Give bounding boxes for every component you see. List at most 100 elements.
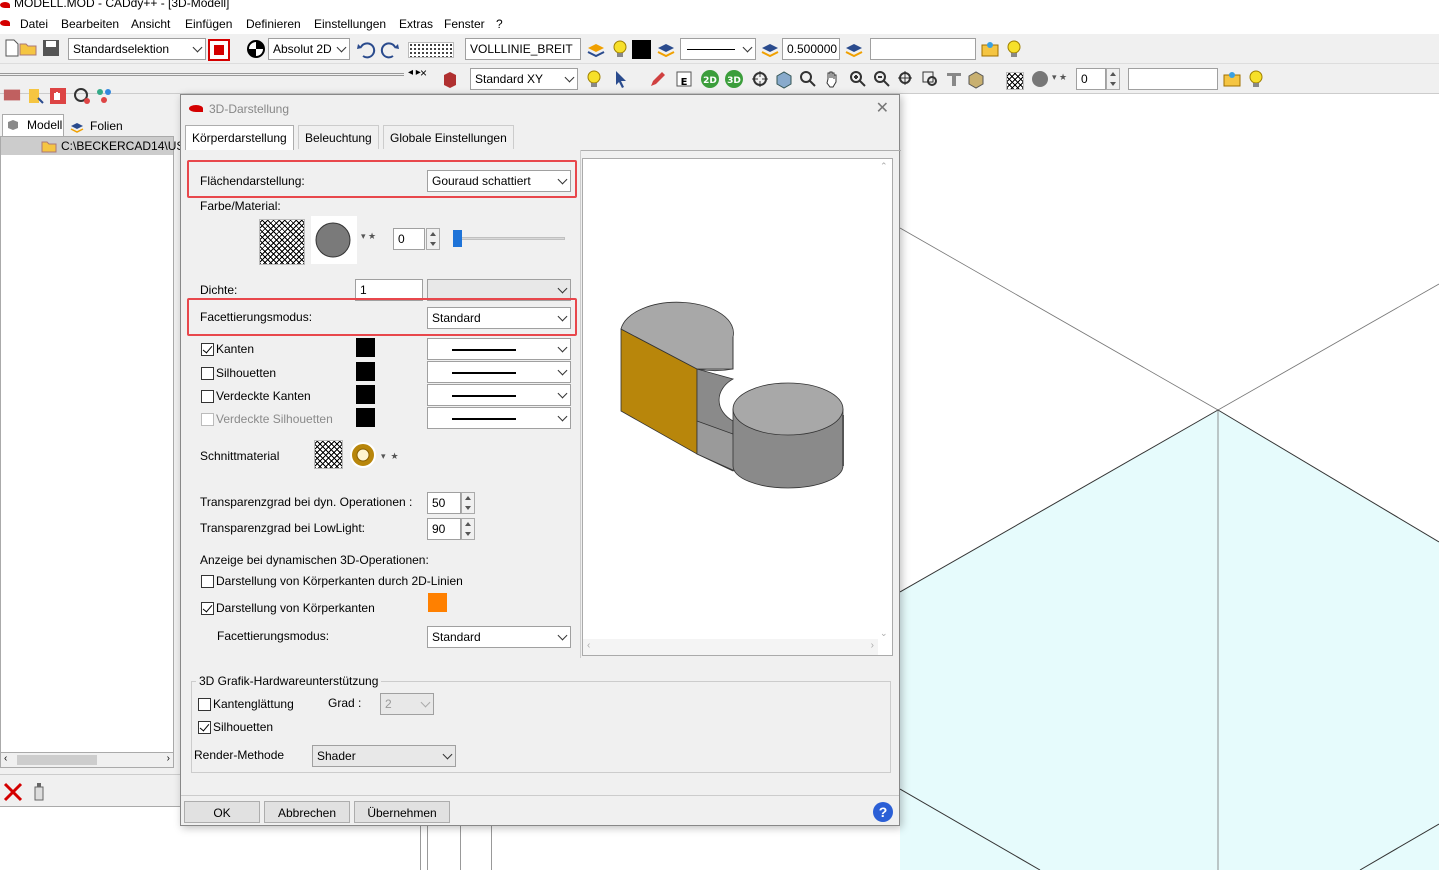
section-icon[interactable] bbox=[944, 69, 964, 89]
pan-hand-icon[interactable] bbox=[822, 69, 842, 89]
farbe-value-field[interactable]: 0 bbox=[393, 228, 425, 250]
verdeckte-silhouetten-checkbox[interactable] bbox=[201, 413, 214, 426]
tab-beleuchtung[interactable]: Beleuchtung bbox=[298, 125, 379, 149]
silhouetten-color[interactable] bbox=[356, 362, 375, 381]
zoom-in-icon[interactable] bbox=[848, 69, 868, 89]
material-sphere-icon[interactable] bbox=[1030, 69, 1050, 89]
material-sphere-box[interactable] bbox=[311, 216, 357, 264]
layer-number-field[interactable]: 0 bbox=[1076, 68, 1106, 90]
preview-scroll-left-icon[interactable]: ‹ bbox=[587, 640, 590, 651]
render-combo[interactable]: Shader bbox=[312, 745, 456, 767]
cube-view-icon[interactable] bbox=[774, 69, 794, 89]
menu-einstellungen[interactable]: Einstellungen bbox=[314, 17, 386, 31]
group-layer-icon[interactable] bbox=[980, 39, 1000, 59]
panel-arrows-icon[interactable]: ◂ ▸ bbox=[408, 67, 421, 78]
menu-definieren[interactable]: Definieren bbox=[246, 17, 301, 31]
tab-globale-einstellungen[interactable]: Globale Einstellungen bbox=[383, 125, 514, 149]
menu-einfuegen[interactable]: Einfügen bbox=[185, 17, 232, 31]
zoom-window-icon[interactable] bbox=[798, 69, 818, 89]
darst-2d-checkbox[interactable] bbox=[201, 575, 214, 588]
toolbar-search-field[interactable] bbox=[870, 38, 976, 60]
preview-scroll-up-icon[interactable]: ⌃ bbox=[880, 161, 888, 172]
pen-edit-icon[interactable] bbox=[648, 69, 668, 89]
close-icon[interactable]: ✕ bbox=[876, 98, 889, 118]
layer-number-spinner[interactable] bbox=[1106, 68, 1120, 90]
farbe-spinner[interactable] bbox=[426, 228, 440, 250]
uebernehmen-button[interactable]: Übernehmen bbox=[354, 801, 450, 823]
delete-cross-icon[interactable] bbox=[2, 781, 24, 803]
hatch-pattern-icon[interactable] bbox=[1006, 72, 1024, 90]
kanten-linetype[interactable] bbox=[427, 338, 571, 360]
menu-extras[interactable]: Extras bbox=[399, 17, 433, 31]
preview-scroll-right-icon[interactable]: › bbox=[871, 640, 874, 651]
darst-kanten-checkbox[interactable] bbox=[201, 602, 214, 615]
zoom-previous-icon[interactable] bbox=[920, 69, 940, 89]
schnitt-sphere-icon[interactable] bbox=[348, 440, 378, 470]
view-search-field[interactable] bbox=[1128, 68, 1218, 90]
bottle-icon[interactable] bbox=[30, 781, 48, 801]
tab-modell[interactable]: Modell bbox=[2, 114, 64, 136]
layer-icon-2[interactable] bbox=[844, 39, 864, 59]
silhouetten-linetype[interactable] bbox=[427, 361, 571, 383]
darst-kanten-color[interactable] bbox=[428, 593, 447, 612]
coord-mode-combo[interactable]: Absolut 2D bbox=[268, 38, 350, 60]
snap-icon[interactable] bbox=[246, 39, 266, 59]
flaechen-combo[interactable]: Gouraud schattiert bbox=[427, 170, 571, 192]
silhouetten-checkbox[interactable] bbox=[201, 367, 214, 380]
linewidth-field[interactable]: 0.500000 bbox=[782, 38, 840, 60]
2d-view-icon[interactable]: 2D bbox=[700, 69, 720, 89]
transp-low-field[interactable]: 90 bbox=[427, 518, 461, 540]
bulb-on-icon[interactable] bbox=[1246, 69, 1266, 89]
shaded-cube-icon[interactable] bbox=[966, 69, 986, 89]
verdeckte-kanten-checkbox[interactable] bbox=[201, 390, 214, 403]
panel-tool-icon-2[interactable] bbox=[26, 86, 46, 106]
lightbulb-icon[interactable] bbox=[610, 39, 630, 59]
linetype-combo[interactable] bbox=[680, 38, 756, 60]
ok-button[interactable]: OK bbox=[184, 801, 260, 823]
material-options-icon[interactable]: ▾ ★ bbox=[361, 231, 376, 242]
hw-silhouetten-checkbox[interactable] bbox=[198, 721, 211, 734]
zoom-all-icon[interactable] bbox=[896, 69, 916, 89]
drawing-canvas[interactable] bbox=[900, 94, 1439, 870]
panel-tool-icon-4[interactable] bbox=[72, 86, 92, 106]
farbe-slider-track[interactable] bbox=[453, 237, 565, 240]
tree-scrollbar[interactable]: ‹ › bbox=[0, 752, 174, 768]
color-pick-button[interactable] bbox=[208, 39, 230, 61]
transp-low-spinner[interactable] bbox=[461, 518, 475, 540]
material-dropdown-icon[interactable]: ▾ ★ bbox=[1052, 72, 1067, 83]
preview-vscroll[interactable]: ⌃ ⌄ bbox=[876, 159, 892, 639]
verdeckte-silhouetten-color[interactable] bbox=[356, 408, 375, 427]
panel-close-icon[interactable]: × bbox=[420, 66, 427, 80]
facett-combo[interactable]: Standard bbox=[427, 307, 571, 329]
material-pattern[interactable] bbox=[259, 219, 305, 265]
panel-tool-icon-3[interactable] bbox=[48, 86, 68, 106]
tab-koerperdarstellung[interactable]: Körperdarstellung bbox=[185, 125, 294, 151]
rotate-icon[interactable] bbox=[750, 69, 770, 89]
preview-scroll-down-icon[interactable]: ⌄ bbox=[880, 628, 888, 639]
abbrechen-button[interactable]: Abbrechen bbox=[264, 801, 350, 823]
solid-icon[interactable] bbox=[440, 69, 460, 89]
menu-bearbeiten[interactable]: Bearbeiten bbox=[61, 17, 119, 31]
schnitt-pattern[interactable] bbox=[314, 440, 343, 469]
redo-icon[interactable] bbox=[380, 39, 400, 59]
view-combo[interactable]: Standard XY bbox=[470, 68, 578, 90]
farbe-slider-handle[interactable] bbox=[453, 230, 462, 247]
tree-item[interactable]: C:\BECKERCAD14\US bbox=[1, 137, 184, 155]
linewidth-layer-icon[interactable] bbox=[760, 39, 780, 59]
view-light-icon[interactable] bbox=[584, 69, 604, 89]
model-tree[interactable]: C:\BECKERCAD14\US bbox=[0, 136, 184, 754]
pattern-picker[interactable] bbox=[408, 42, 454, 58]
layer-stack-icon[interactable] bbox=[656, 39, 676, 59]
facett2-combo[interactable]: Standard bbox=[427, 626, 571, 648]
open-folder-icon[interactable] bbox=[18, 38, 38, 58]
tab-folien[interactable]: Folien bbox=[66, 116, 126, 136]
group-light-icon[interactable] bbox=[1222, 69, 1242, 89]
verdeckte-kanten-linetype[interactable] bbox=[427, 384, 571, 406]
help-icon[interactable]: ? bbox=[873, 802, 893, 822]
selection-combo[interactable]: Standardselektion bbox=[68, 38, 206, 60]
transp-dyn-spinner[interactable] bbox=[461, 492, 475, 514]
verdeckte-kanten-color[interactable] bbox=[356, 385, 375, 404]
cursor-icon[interactable] bbox=[612, 69, 632, 89]
color-swatch[interactable] bbox=[632, 40, 651, 59]
layer-icon[interactable] bbox=[586, 39, 606, 59]
